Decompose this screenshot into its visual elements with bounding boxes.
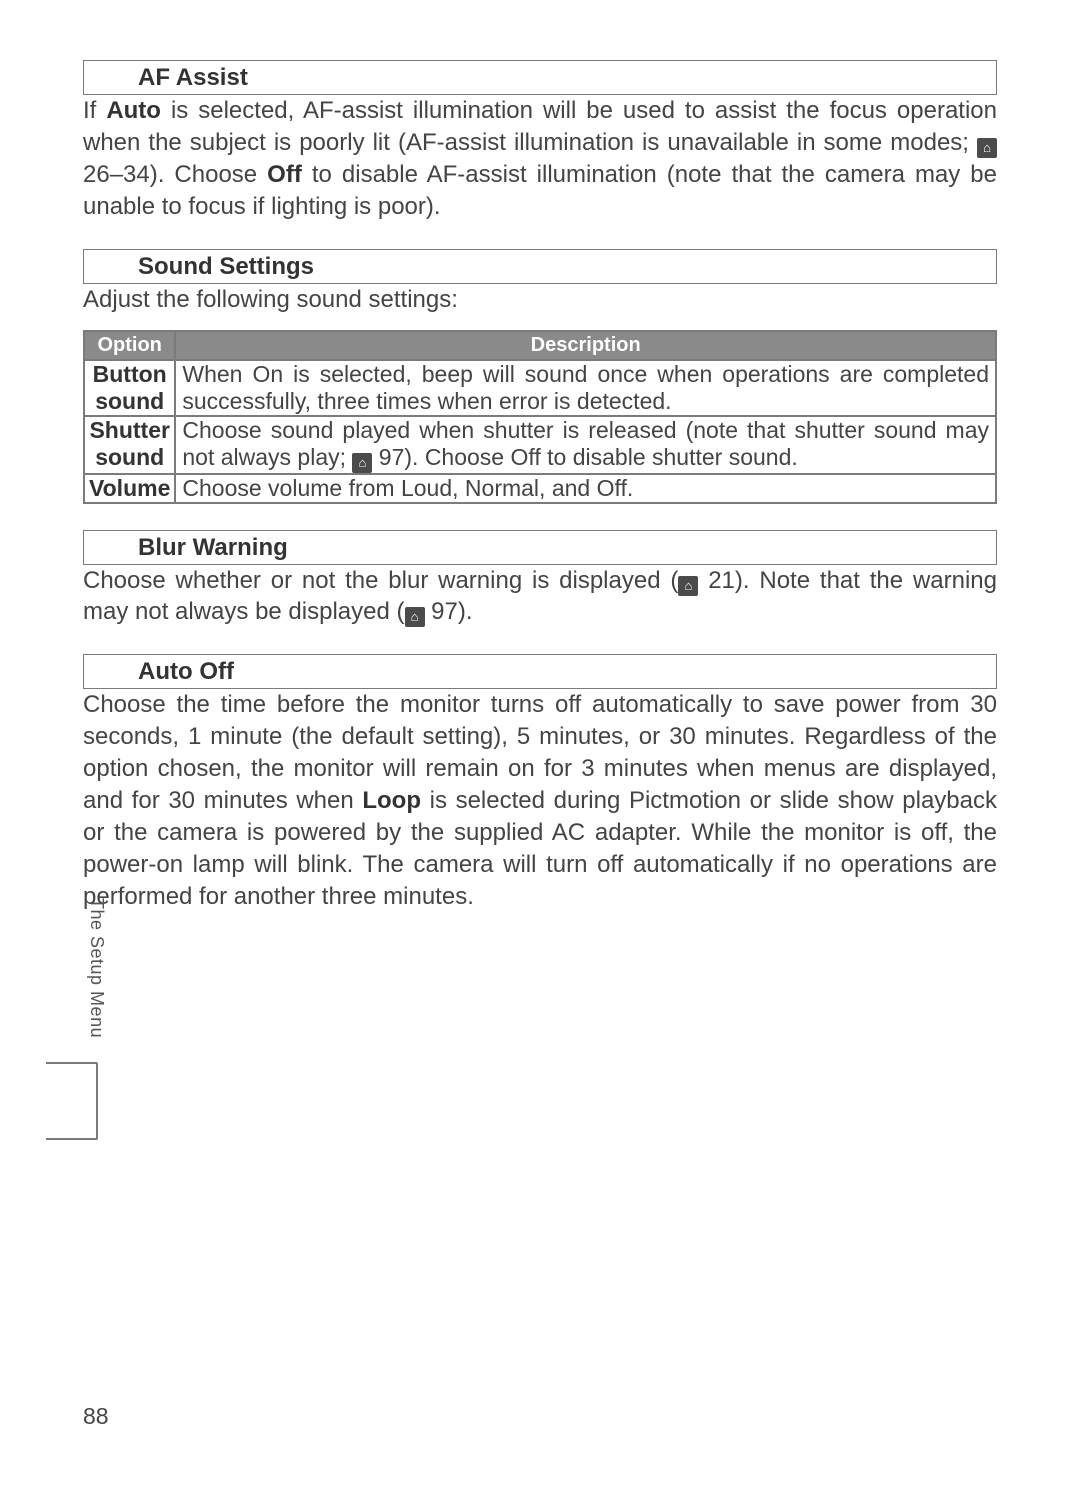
bold-normal: Normal bbox=[465, 475, 539, 501]
text: 97). bbox=[431, 598, 472, 625]
section-intro-sound: Adjust the following sound settings: bbox=[83, 283, 997, 316]
text: Choose whether or not the blur warning i… bbox=[83, 567, 678, 594]
bold-loop: Loop bbox=[362, 787, 421, 814]
section-body-af-assist: If Auto is selected, AF-assist illuminat… bbox=[83, 94, 997, 223]
side-tab bbox=[46, 1062, 98, 1140]
bold-auto: Auto bbox=[106, 97, 161, 124]
section-header-af-assist: AF Assist bbox=[83, 60, 997, 95]
text: When bbox=[182, 361, 252, 387]
section-header-autooff: Auto Off bbox=[83, 654, 997, 689]
bold-off: Off bbox=[597, 475, 627, 501]
bold-off: Off bbox=[267, 161, 302, 188]
bold-loud: Loud bbox=[401, 475, 452, 501]
table-row: Shuttersound Choose sound played when sh… bbox=[84, 416, 996, 474]
table-row: Buttonsound When On is selected, beep wi… bbox=[84, 360, 996, 416]
description-cell: Choose volume from Loud, Normal, and Off… bbox=[175, 474, 996, 503]
bold-on: On bbox=[252, 361, 283, 387]
sound-settings-table: Option Description Buttonsound When On i… bbox=[83, 330, 997, 504]
table-header-row: Option Description bbox=[84, 331, 996, 360]
text: . bbox=[627, 475, 633, 501]
page-ref-icon: ⌂ bbox=[405, 607, 425, 627]
text: is selected, AF-assist illumination will… bbox=[83, 97, 997, 156]
col-header-option: Option bbox=[84, 331, 175, 360]
side-label: The Setup Menu bbox=[86, 898, 107, 1038]
text: to disable shutter sound. bbox=[541, 444, 798, 470]
option-cell: Volume bbox=[84, 474, 175, 503]
text: If bbox=[83, 97, 106, 124]
section-header-sound: Sound Settings bbox=[83, 249, 997, 284]
text: , bbox=[452, 475, 465, 501]
text: is selected, beep will sound once when o… bbox=[182, 361, 989, 414]
section-body-autooff: Choose the time before the monitor turns… bbox=[83, 688, 997, 912]
section-header-blur: Blur Warning bbox=[83, 530, 997, 565]
option-cell: Shuttersound bbox=[84, 416, 175, 474]
text: 97). Choose bbox=[379, 444, 511, 470]
description-cell: Choose sound played when shutter is rele… bbox=[175, 416, 996, 474]
document-page: AF Assist If Auto is selected, AF-assist… bbox=[0, 0, 1080, 1486]
page-ref-icon: ⌂ bbox=[352, 453, 372, 473]
page-ref-icon: ⌂ bbox=[977, 138, 997, 158]
bold-off: Off bbox=[511, 444, 541, 470]
page-number: 88 bbox=[83, 1403, 109, 1430]
description-cell: When On is selected, beep will sound onc… bbox=[175, 360, 996, 416]
text: , and bbox=[539, 475, 597, 501]
col-header-description: Description bbox=[175, 331, 996, 360]
text: 26–34). Choose bbox=[83, 161, 267, 188]
option-cell: Buttonsound bbox=[84, 360, 175, 416]
text: Choose volume from bbox=[182, 475, 401, 501]
table-row: Volume Choose volume from Loud, Normal, … bbox=[84, 474, 996, 503]
page-ref-icon: ⌂ bbox=[678, 576, 698, 596]
section-body-blur: Choose whether or not the blur warning i… bbox=[83, 564, 997, 629]
